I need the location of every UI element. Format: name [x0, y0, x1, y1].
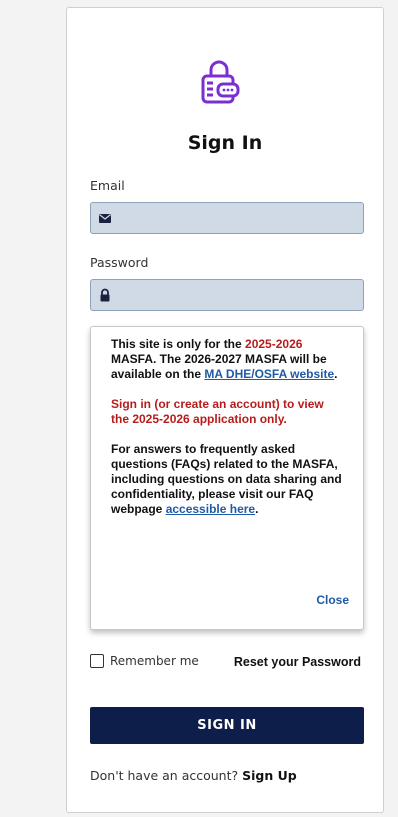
password-input[interactable] [119, 280, 359, 312]
signup-row: Don't have an account? Sign Up [90, 768, 297, 783]
notice-paragraph-1: This site is only for the 2025-2026 MASF… [111, 337, 338, 381]
email-label: Email [90, 178, 125, 193]
sign-up-link[interactable]: Sign Up [242, 768, 297, 783]
page-title: Sign In [187, 132, 263, 154]
notice-paragraph-2: Sign in (or create an account) to view t… [111, 397, 324, 426]
notice-year: 2025-2026 [245, 337, 303, 351]
ma-dhe-osfa-link[interactable]: MA DHE/OSFA website [204, 367, 334, 381]
remember-me[interactable]: Remember me [90, 654, 199, 668]
signup-prompt: Don't have an account? [90, 768, 239, 783]
sign-in-card: Sign In Email Password This site is only… [66, 7, 384, 813]
remember-me-checkbox[interactable] [90, 654, 104, 668]
sign-in-button[interactable]: SIGN IN [90, 707, 364, 744]
faq-link[interactable]: accessible here [166, 502, 255, 516]
email-input[interactable] [119, 203, 359, 235]
notice-box: This site is only for the 2025-2026 MASF… [90, 326, 364, 630]
email-field[interactable] [90, 202, 364, 235]
reset-password-link[interactable]: Reset your Password [234, 655, 361, 669]
password-label: Password [90, 255, 149, 270]
notice-paragraph-3: For answers to frequently asked question… [111, 442, 342, 516]
envelope-icon [99, 214, 111, 223]
lock-wallet-icon [201, 60, 240, 104]
password-field[interactable] [90, 279, 364, 312]
remember-me-label: Remember me [110, 654, 199, 668]
lock-icon [100, 288, 110, 302]
close-notice-button[interactable]: Close [316, 593, 349, 608]
